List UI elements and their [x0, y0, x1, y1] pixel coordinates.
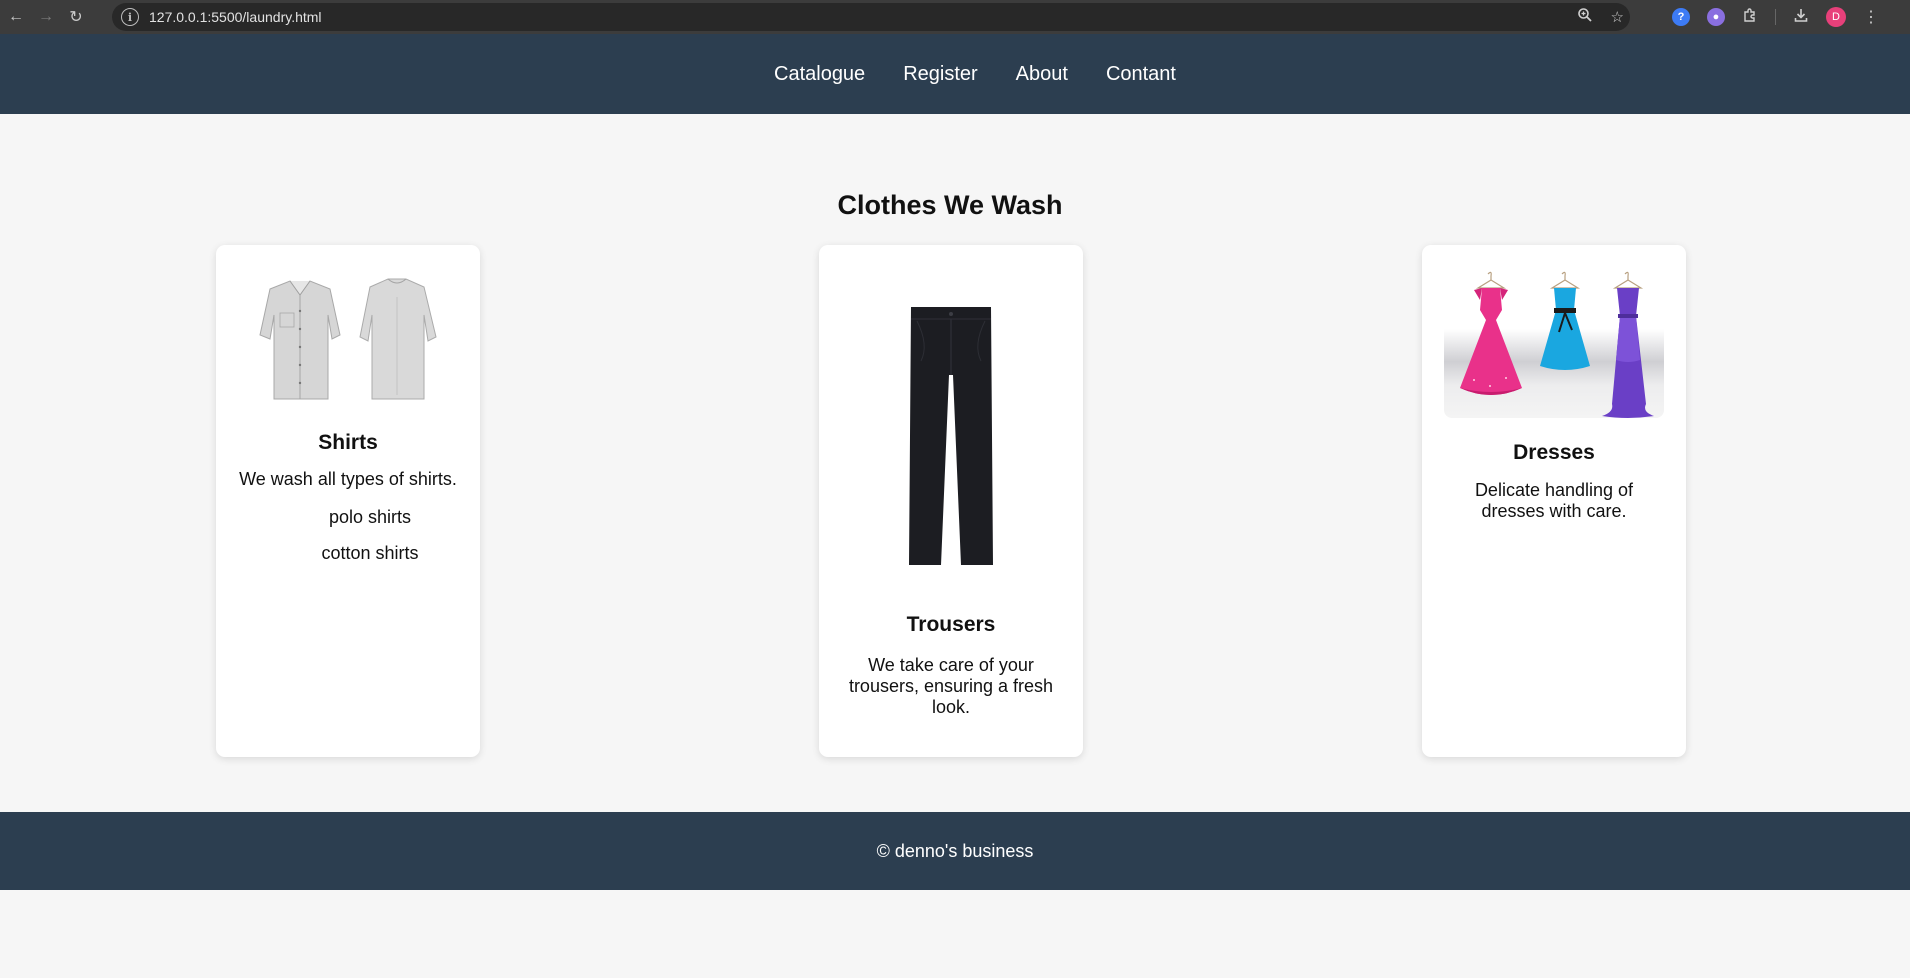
reload-button[interactable]: ↻: [62, 3, 90, 31]
address-url[interactable]: 127.0.0.1:5500/laundry.html: [149, 9, 322, 25]
nav-link-contact[interactable]: Contant: [1106, 63, 1176, 86]
card-shirts: Shirts We wash all types of shirts. polo…: [216, 245, 480, 757]
toolbar-divider: [1775, 9, 1776, 25]
menu-kebab-icon[interactable]: ⋮: [1863, 7, 1879, 27]
nav-link-about[interactable]: About: [1016, 63, 1068, 86]
card-title: Dresses: [1513, 441, 1595, 464]
arrow-right-icon: →: [38, 8, 54, 25]
card-dresses: Dresses Delicate handling of dresses wit…: [1422, 245, 1686, 757]
zoom-icon[interactable]: [1577, 7, 1593, 27]
reload-icon: ↻: [69, 9, 83, 26]
arrow-left-icon: ←: [8, 8, 24, 25]
card-title: Trousers: [906, 613, 996, 636]
back-button[interactable]: ←: [2, 3, 30, 31]
address-bar[interactable]: i 127.0.0.1:5500/laundry.html ☆: [112, 3, 1630, 31]
site-header: Catalogue Register About Contant: [0, 34, 1910, 114]
site-info-icon[interactable]: i: [121, 8, 139, 26]
dresses-image: [1444, 270, 1664, 418]
shirts-image: [248, 277, 448, 401]
card-description: We take care of your trousers, ensuring …: [848, 655, 1054, 717]
card-description: Delicate handling of dresses with care.: [1474, 480, 1634, 521]
shirt-types-list: polo shirts cotton shirts: [260, 492, 480, 564]
extension-icon[interactable]: ●: [1707, 8, 1725, 26]
nav-link-register[interactable]: Register: [903, 63, 977, 86]
list-item: cotton shirts: [321, 543, 419, 563]
card-title: Shirts: [318, 431, 378, 454]
profile-avatar[interactable]: D: [1826, 7, 1846, 27]
nav-link-catalogue[interactable]: Catalogue: [774, 63, 865, 86]
card-description: We wash all types of shirts.: [239, 469, 457, 489]
trousers-image: [903, 305, 999, 569]
browser-toolbar: ← → ↻ i 127.0.0.1:5500/laundry.html ☆ ? …: [0, 0, 1910, 34]
download-icon[interactable]: [1793, 7, 1809, 28]
section-title: Clothes We Wash: [837, 190, 1063, 220]
forward-button[interactable]: →: [32, 3, 60, 31]
site-footer: © denno's business: [0, 812, 1910, 890]
bookmark-star-icon[interactable]: ☆: [1611, 8, 1624, 26]
main-nav: Catalogue Register About Contant: [774, 63, 1176, 86]
extensions-puzzle-icon[interactable]: [1742, 7, 1758, 28]
list-item: polo shirts: [328, 507, 412, 527]
help-extension-icon[interactable]: ?: [1672, 8, 1690, 26]
footer-copyright: © denno's business: [876, 840, 1034, 861]
card-trousers: Trousers We take care of your trousers, …: [819, 245, 1083, 757]
